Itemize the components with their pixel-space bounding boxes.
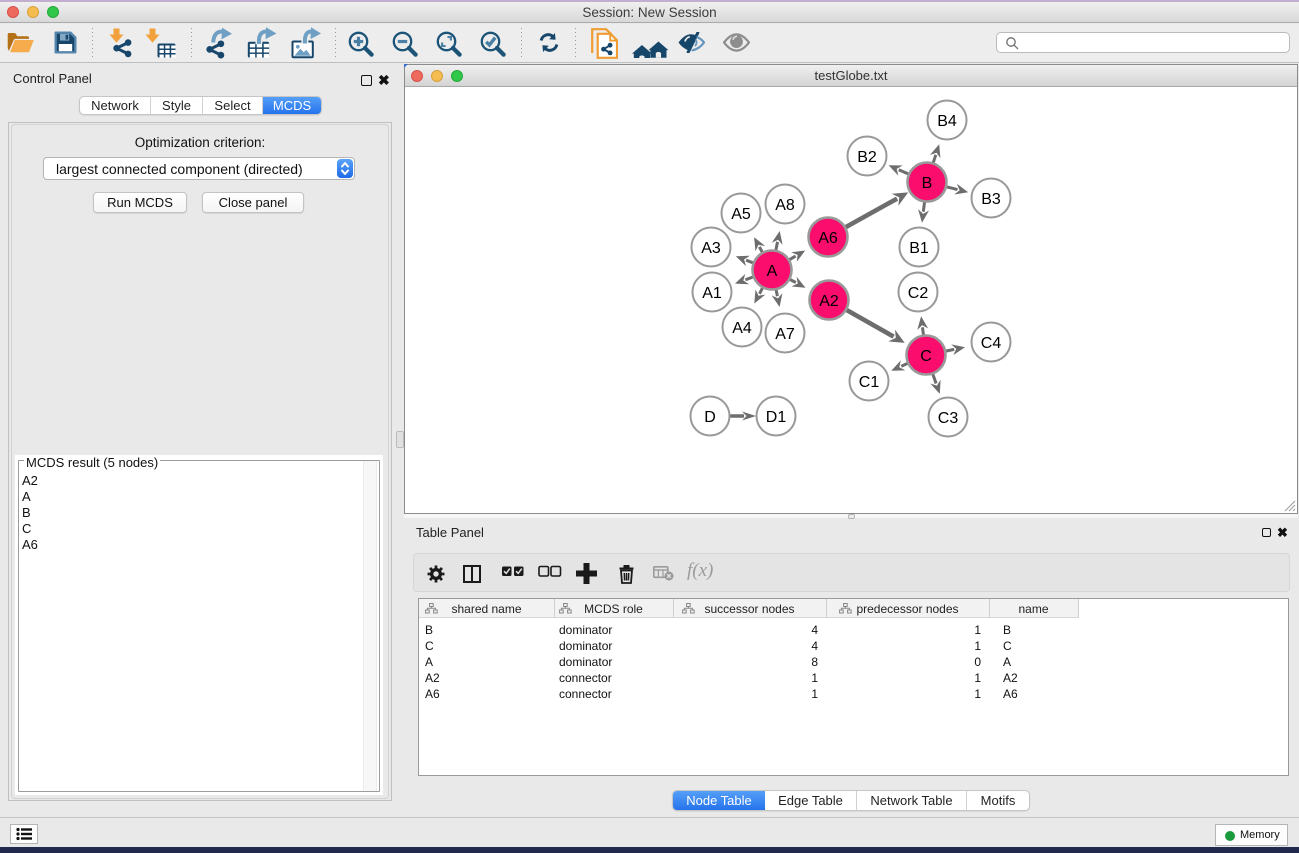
- svg-text:A1: A1: [702, 285, 722, 302]
- svg-text:B: B: [922, 175, 933, 192]
- svg-text:B4: B4: [937, 113, 957, 130]
- svg-text:A: A: [767, 263, 778, 280]
- svg-text:A7: A7: [775, 326, 795, 343]
- svg-text:A2: A2: [819, 293, 839, 310]
- svg-text:A3: A3: [701, 240, 721, 257]
- svg-text:C3: C3: [938, 410, 959, 427]
- svg-text:B1: B1: [909, 240, 929, 257]
- svg-text:C1: C1: [859, 374, 880, 391]
- svg-text:B3: B3: [981, 191, 1001, 208]
- svg-text:C4: C4: [981, 335, 1002, 352]
- svg-text:A5: A5: [731, 206, 751, 223]
- svg-text:C2: C2: [908, 285, 929, 302]
- svg-text:C: C: [920, 348, 932, 365]
- svg-text:D: D: [704, 409, 716, 426]
- svg-text:B2: B2: [857, 149, 877, 166]
- svg-text:A4: A4: [732, 320, 752, 337]
- svg-text:f(x): f(x): [687, 561, 713, 581]
- svg-text:A8: A8: [775, 197, 795, 214]
- svg-text:A6: A6: [818, 230, 838, 247]
- svg-text:D1: D1: [766, 409, 787, 426]
